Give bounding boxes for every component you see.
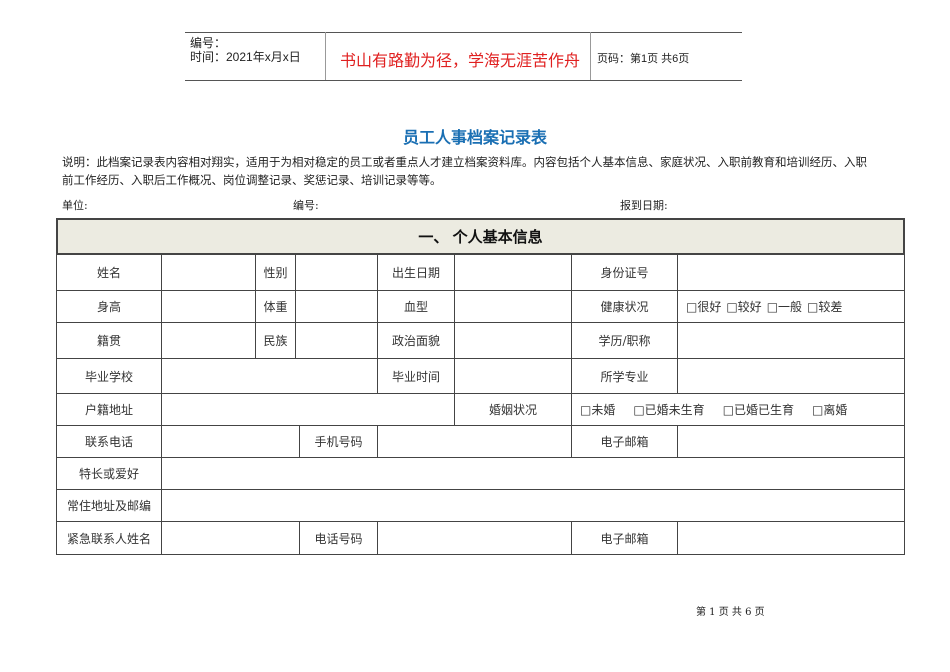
header-motto: 书山有路勤为径，学海无涯苦作舟 bbox=[340, 53, 581, 70]
header-time: 时间：2021年x月x日 bbox=[190, 50, 301, 64]
marriage-option-married-no-child[interactable]: □已婚未生育 bbox=[633, 401, 704, 418]
political-field[interactable] bbox=[454, 322, 572, 359]
header-divider bbox=[325, 32, 326, 80]
label-weight: 体重 bbox=[255, 290, 296, 323]
birth-field[interactable] bbox=[454, 254, 572, 291]
document-page: 编号： 时间：2021年x月x日 书山有路勤为径，学海无涯苦作舟 页码：第1页 … bbox=[0, 0, 950, 672]
emergency-name-field[interactable] bbox=[161, 521, 300, 555]
label-school: 毕业学校 bbox=[56, 358, 162, 394]
label-phone: 联系电话 bbox=[56, 425, 162, 458]
label-ethnic: 民族 bbox=[255, 322, 296, 359]
weight-field[interactable] bbox=[295, 290, 378, 323]
description-line1: 说明：此档案记录表内容相对翔实，适用于为相对稳定的员工或者重点人才建立档案资料库… bbox=[62, 157, 867, 169]
health-option-average[interactable]: □一般 bbox=[767, 298, 802, 315]
education-field[interactable] bbox=[677, 322, 905, 359]
health-option-very-good[interactable]: □很好 bbox=[686, 298, 721, 315]
marriage-options: □未婚 □已婚未生育 □已婚已生育 □离婚 bbox=[571, 393, 905, 426]
header-top-rule bbox=[185, 32, 742, 33]
label-mobile: 手机号码 bbox=[299, 425, 378, 458]
id-field[interactable] bbox=[677, 254, 905, 291]
label-hukou: 户籍地址 bbox=[56, 393, 162, 426]
header-page-info: 页码：第1页 共6页 bbox=[597, 53, 690, 65]
hobby-field[interactable] bbox=[161, 457, 905, 490]
description-line2: 前工作经历、入职后工作概况、岗位调整记录、奖惩记录、培训记录等等。 bbox=[62, 175, 442, 187]
phone-field[interactable] bbox=[161, 425, 300, 458]
email-field[interactable] bbox=[677, 425, 905, 458]
label-native: 籍贯 bbox=[56, 322, 162, 359]
mobile-field[interactable] bbox=[377, 425, 572, 458]
health-options: □很好 □较好 □一般 □较差 bbox=[677, 290, 905, 323]
label-height: 身高 bbox=[56, 290, 162, 323]
health-option-poor[interactable]: □较差 bbox=[807, 298, 842, 315]
label-health: 健康状况 bbox=[571, 290, 678, 323]
major-field[interactable] bbox=[677, 358, 905, 394]
label-birth: 出生日期 bbox=[377, 254, 455, 291]
unit-label: 单位: bbox=[62, 199, 88, 212]
page-title: 员工人事档案记录表 bbox=[402, 130, 547, 147]
ethnic-field[interactable] bbox=[295, 322, 378, 359]
label-email: 电子邮箱 bbox=[571, 425, 678, 458]
label-political: 政治面貌 bbox=[377, 322, 455, 359]
address-field[interactable] bbox=[161, 489, 905, 522]
label-blood: 血型 bbox=[377, 290, 455, 323]
report-date-label: 报到日期: bbox=[620, 199, 668, 212]
email2-field[interactable] bbox=[677, 521, 905, 555]
marriage-option-divorced[interactable]: □离婚 bbox=[812, 401, 847, 418]
label-education: 学历/职称 bbox=[571, 322, 678, 359]
label-hobby: 特长或爱好 bbox=[56, 457, 162, 490]
label-marriage: 婚姻状况 bbox=[454, 393, 572, 426]
marriage-option-single[interactable]: □未婚 bbox=[580, 401, 615, 418]
page-footer: 第 1 页 共 6 页 bbox=[696, 607, 765, 618]
label-address: 常住地址及邮编 bbox=[56, 489, 162, 522]
tel-field[interactable] bbox=[377, 521, 572, 555]
hukou-field[interactable] bbox=[161, 393, 455, 426]
label-emergency: 紧急联系人姓名 bbox=[56, 521, 162, 555]
name-field[interactable] bbox=[161, 254, 256, 291]
header-bottom-rule bbox=[185, 80, 742, 81]
label-major: 所学专业 bbox=[571, 358, 678, 394]
label-id: 身份证号 bbox=[571, 254, 678, 291]
label-email2: 电子邮箱 bbox=[571, 521, 678, 555]
number-label: 编号: bbox=[293, 199, 319, 212]
marriage-option-married-with-child[interactable]: □已婚已生育 bbox=[723, 401, 794, 418]
health-option-good[interactable]: □较好 bbox=[726, 298, 761, 315]
school-field[interactable] bbox=[161, 358, 378, 394]
blood-field[interactable] bbox=[454, 290, 572, 323]
gender-field[interactable] bbox=[295, 254, 378, 291]
native-field[interactable] bbox=[161, 322, 256, 359]
label-gender: 性别 bbox=[255, 254, 296, 291]
header-divider bbox=[590, 32, 591, 80]
label-grad-time: 毕业时间 bbox=[377, 358, 455, 394]
label-tel: 电话号码 bbox=[299, 521, 378, 555]
grad-time-field[interactable] bbox=[454, 358, 572, 394]
height-field[interactable] bbox=[161, 290, 256, 323]
label-name: 姓名 bbox=[56, 254, 162, 291]
section-header: 一、 个人基本信息 bbox=[56, 218, 905, 255]
